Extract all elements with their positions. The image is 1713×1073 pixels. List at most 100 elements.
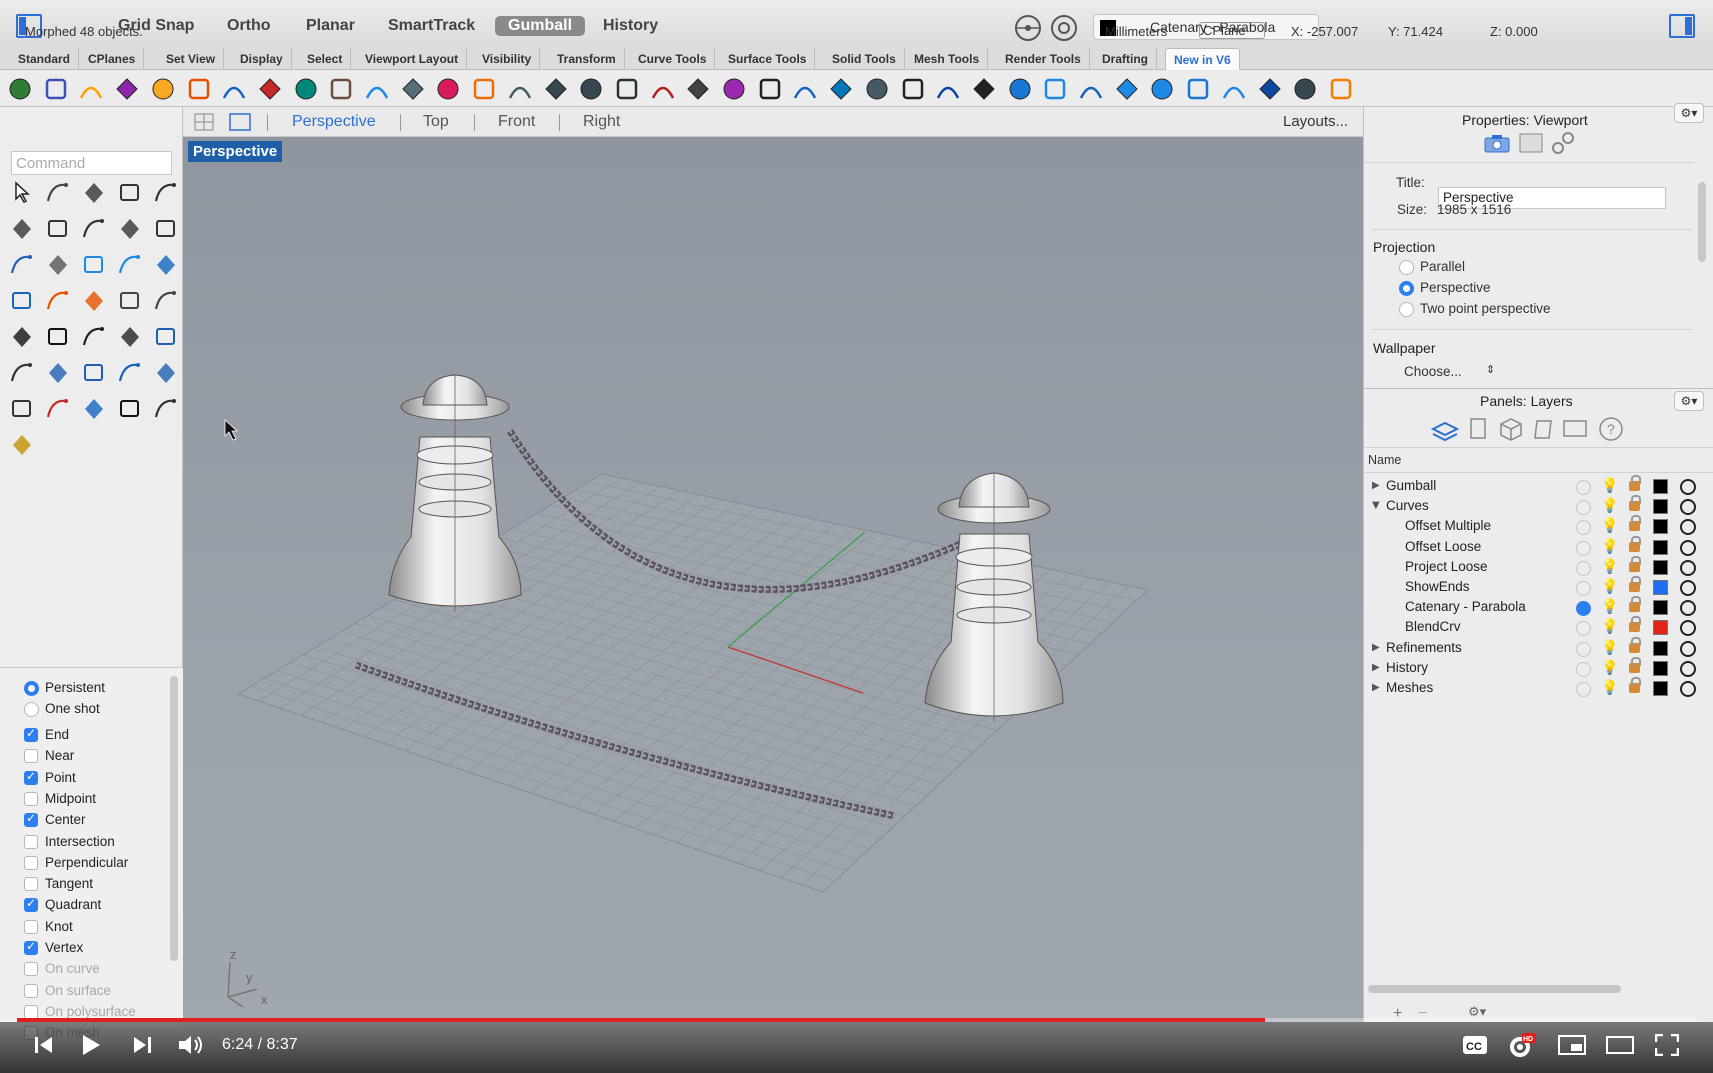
curve-tool-icon[interactable] [116,179,144,207]
mesh-icon[interactable] [8,287,36,315]
layer-material-icon[interactable] [1680,580,1696,596]
two-point-perspective-radio[interactable] [1399,302,1414,317]
osnap-mode-radio[interactable] [24,681,39,696]
layer-row-offset-loose[interactable]: Offset Loose 💡 [1364,535,1713,558]
boolean-icon[interactable] [8,323,36,351]
osnap-checkbox[interactable] [24,834,38,849]
display-icon[interactable] [1563,420,1587,437]
zoom-icon[interactable] [935,76,961,102]
layer-material-icon[interactable] [1680,499,1696,516]
layer-color-swatch[interactable] [1653,479,1668,494]
layer-material-icon[interactable] [1680,539,1696,556]
box-icon[interactable] [1078,76,1104,102]
layer-material-icon[interactable] [1680,660,1696,677]
current-layer-indicator[interactable] [1576,621,1591,637]
visibility-bulb-icon[interactable]: 💡 [1601,640,1618,656]
new-icon[interactable] [7,76,33,102]
lock-icon[interactable] [1629,596,1641,613]
toggle-right-sidebar-icon[interactable] [1669,14,1695,38]
tab-right[interactable]: Right [583,113,620,131]
toolbar-tab-set-view[interactable]: Set View [158,48,225,70]
sphere-tool-icon[interactable] [116,251,144,279]
layers-tab-icon[interactable] [1430,421,1460,442]
layer-color-swatch[interactable] [1653,539,1668,555]
toolbar-tab-visibility[interactable]: Visibility [474,48,541,70]
render-sphere-icon[interactable] [1328,76,1354,102]
osnap-checkbox[interactable] [24,811,38,828]
gumball-tool-icon[interactable] [44,395,72,423]
polyline-icon[interactable] [80,179,108,207]
smarttrack-toggle[interactable]: SmartTrack [388,17,475,35]
osnap-mode-radio[interactable] [24,702,39,717]
layer-material-icon[interactable] [1680,620,1696,637]
viewport-title-label[interactable]: Perspective [188,141,283,162]
next-icon[interactable] [132,1035,152,1055]
visibility-bulb-icon[interactable]: 💡 [1601,539,1618,555]
current-layer-indicator[interactable] [1576,480,1591,495]
toolbar-tab-curve-tools[interactable]: Curve Tools [630,48,716,70]
u-curve-icon[interactable] [578,76,604,102]
visibility-bulb-icon[interactable]: 💡 [1601,498,1618,514]
layer-color-swatch[interactable] [1653,519,1668,535]
circle-tool-icon[interactable] [152,179,180,207]
single-viewport-icon[interactable] [229,113,251,131]
theater-mode-icon[interactable] [1606,1036,1634,1054]
layers-gear-icon[interactable]: ⚙▾ [1674,391,1704,411]
point-tool-icon[interactable] [44,179,72,207]
stairs-icon[interactable] [1042,76,1068,102]
document-icon[interactable] [1470,418,1486,439]
osnap-checkbox[interactable] [24,919,38,934]
previous-icon[interactable] [34,1035,54,1055]
ortho-toggle[interactable]: Ortho [227,17,271,35]
layer-row-meshes[interactable]: ▶ Meshes 💡 [1364,677,1713,699]
toolbar-tab-drafting[interactable]: Drafting [1094,48,1157,70]
layer-row-curves[interactable]: ▼ Curves 💡 [1364,495,1713,517]
analyze-icon[interactable] [152,395,180,423]
sphere-icon[interactable] [1114,76,1140,102]
layer-row-refinements[interactable]: ▶ Refinements 💡 [1364,636,1713,659]
gumball-toggle[interactable]: Gumball [495,16,586,36]
captions-icon[interactable]: CC [1462,1035,1488,1055]
visibility-bulb-icon[interactable]: 💡 [1601,660,1618,676]
ruler-icon[interactable] [650,76,676,102]
notes-icon[interactable] [1534,420,1552,439]
hatch-icon[interactable] [152,359,180,387]
array-grid-icon[interactable] [8,395,36,423]
lock-icon[interactable] [1629,475,1641,491]
osnap-checkbox[interactable] [24,855,38,870]
toolbar-tab-new-in-v6[interactable]: New in V6 [1165,48,1240,70]
perspective-radio[interactable] [1399,281,1414,296]
lock-icon[interactable] [1629,656,1641,673]
osnap-checkbox[interactable] [24,896,38,913]
grid-layout-icon[interactable] [194,113,214,131]
cylinder-icon[interactable] [152,251,180,279]
viewport-frame-icon[interactable] [1518,132,1544,154]
layer-row-gumball[interactable]: ▶ Gumball 💡 [1364,475,1713,497]
lock-icon[interactable] [1629,495,1641,512]
number-icon[interactable] [685,76,711,102]
fullscreen-icon[interactable] [1655,1034,1679,1056]
layer-color-swatch[interactable] [1653,600,1668,616]
arc-icon[interactable] [400,76,426,102]
toolbar-tab-surface-tools[interactable]: Surface Tools [720,48,816,70]
toolbar-tab-standard[interactable]: Standard [10,48,80,70]
grid-icon[interactable] [328,76,354,102]
layer-color-swatch[interactable] [1653,640,1668,656]
properties-gear-icon[interactable]: ⚙▾ [1674,103,1704,123]
play-icon[interactable] [80,1033,102,1057]
current-layer-indicator[interactable] [1576,520,1591,536]
edit-icon[interactable] [757,76,783,102]
toolbar-tab-viewport-layout[interactable]: Viewport Layout [357,48,468,70]
visibility-bulb-icon[interactable]: 💡 [1601,559,1618,575]
layer-material-icon[interactable] [1680,681,1696,697]
volume-icon[interactable] [177,1033,205,1057]
shell-icon[interactable] [1221,76,1247,102]
cube-icon[interactable] [364,76,390,102]
arc-tool-icon[interactable] [116,215,144,243]
render-tool-icon[interactable] [8,431,36,459]
parallel-radio[interactable] [1399,260,1414,275]
lock-icon[interactable] [1629,515,1641,532]
3d-scene[interactable]: z y x [183,137,1363,1022]
surface-icon[interactable] [8,251,36,279]
gear-icon[interactable] [1292,76,1318,102]
